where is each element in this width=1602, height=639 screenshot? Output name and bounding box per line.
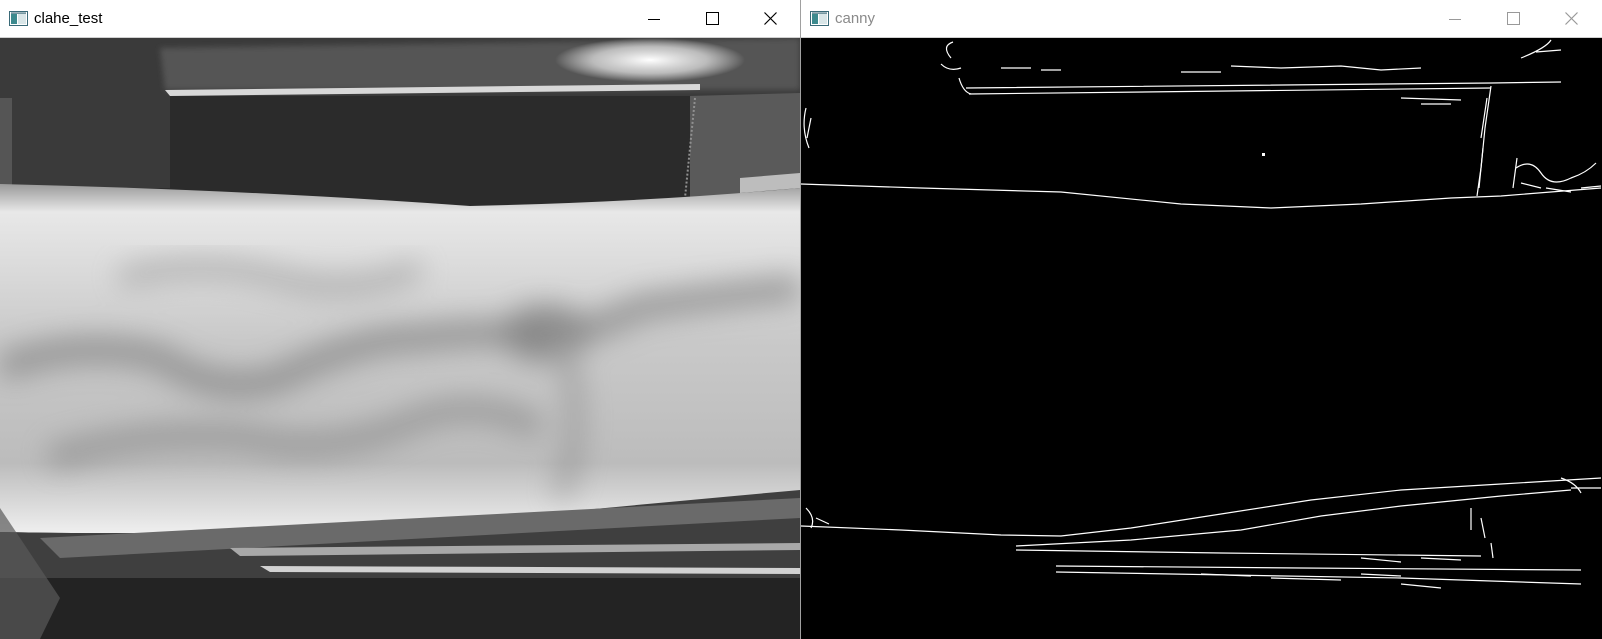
maximize-icon [705,12,719,25]
window-clahe-test: clahe_test [0,0,801,639]
close-icon [763,12,777,25]
minimize-icon [648,18,660,20]
close-icon [1564,12,1578,25]
app-icon [810,11,829,26]
maximize-button[interactable] [1484,0,1542,37]
app-icon [9,11,28,26]
minimize-button[interactable] [1426,0,1484,37]
clahe-grayscale-image [0,38,800,639]
canny-edge-image [801,38,1602,639]
window-canny: canny [801,0,1602,639]
clahe-image-view [0,38,800,639]
title-bar[interactable]: canny [801,0,1602,38]
title-bar[interactable]: clahe_test [0,0,800,38]
maximize-button[interactable] [683,0,741,37]
minimize-button[interactable] [625,0,683,37]
canny-edge-view [801,38,1602,639]
minimize-icon [1449,18,1461,20]
window-title: canny [835,10,876,27]
maximize-icon [1506,12,1520,25]
close-button[interactable] [741,0,799,37]
close-button[interactable] [1542,0,1600,37]
window-title: clahe_test [34,10,103,27]
